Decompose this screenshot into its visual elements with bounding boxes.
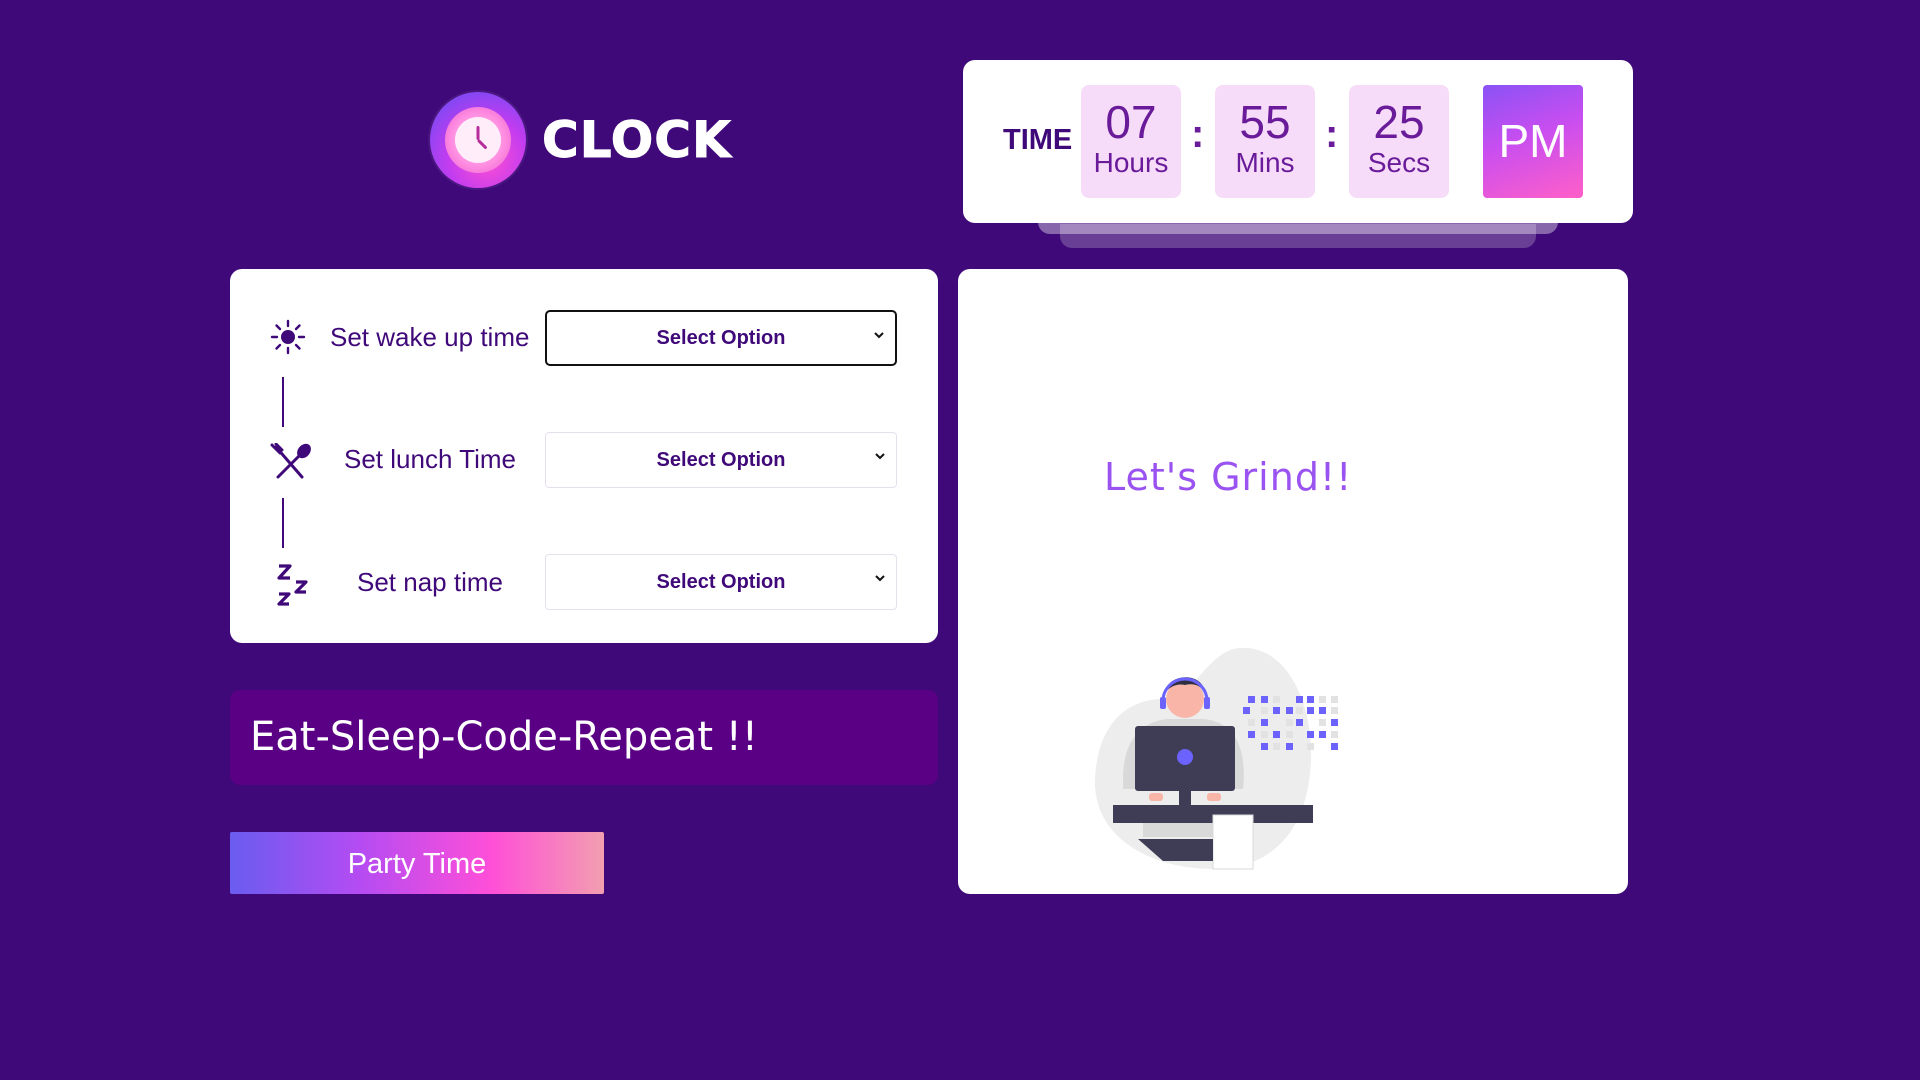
- time-separator: :: [1325, 112, 1339, 156]
- message-text: Let's Grind!!: [1104, 455, 1353, 499]
- nap-label: Set nap time: [357, 567, 503, 597]
- wake-select-value: Select Option: [656, 326, 786, 349]
- sleep-icon: [276, 562, 312, 613]
- chevron-down-icon: [875, 575, 885, 582]
- nap-select-value: Select Option: [656, 570, 786, 593]
- minutes-value: 55: [1239, 96, 1291, 148]
- sun-icon: [270, 319, 306, 360]
- logo-text: CLOCK: [542, 111, 732, 170]
- time-label: TIME: [1003, 124, 1073, 156]
- party-time-button[interactable]: Party Time: [230, 832, 604, 894]
- hours-unit: Hours: [1093, 147, 1169, 178]
- seconds-box: 25 Secs: [1349, 85, 1449, 198]
- lunch-label: Set lunch Time: [344, 444, 516, 474]
- schedule-settings-card: Set wake up time Select Option Set lunch…: [230, 269, 938, 643]
- app-logo: CLOCK: [430, 92, 732, 188]
- seconds-value: 25: [1373, 96, 1425, 148]
- lunch-select-value: Select Option: [656, 448, 786, 471]
- lunch-time-select[interactable]: Select Option: [545, 432, 897, 488]
- wake-label: Set wake up time: [330, 322, 530, 352]
- time-separator: :: [1191, 112, 1205, 156]
- minutes-unit: Mins: [1235, 147, 1295, 178]
- nap-time-select[interactable]: Select Option: [545, 554, 897, 610]
- hours-box: 07 Hours: [1081, 85, 1181, 198]
- time-card: TIME 07 Hours : 55 Mins : 25 Secs PM: [963, 60, 1633, 223]
- coder-illustration: [1094, 647, 1338, 870]
- hours-value: 07: [1105, 96, 1157, 148]
- seconds-unit: Secs: [1367, 147, 1431, 178]
- chevron-down-icon: [874, 332, 884, 339]
- ampm-indicator: PM: [1483, 85, 1583, 198]
- connector-line: [282, 377, 284, 427]
- wake-time-select[interactable]: Select Option: [545, 310, 897, 366]
- minutes-box: 55 Mins: [1215, 85, 1315, 198]
- chevron-down-icon: [875, 453, 885, 460]
- utensils-icon: [270, 442, 312, 486]
- connector-line: [282, 498, 284, 548]
- clock-icon: [430, 92, 526, 188]
- message-card: Let's Grind!!: [958, 269, 1628, 894]
- motto-banner: Eat-Sleep-Code-Repeat !!: [230, 690, 938, 785]
